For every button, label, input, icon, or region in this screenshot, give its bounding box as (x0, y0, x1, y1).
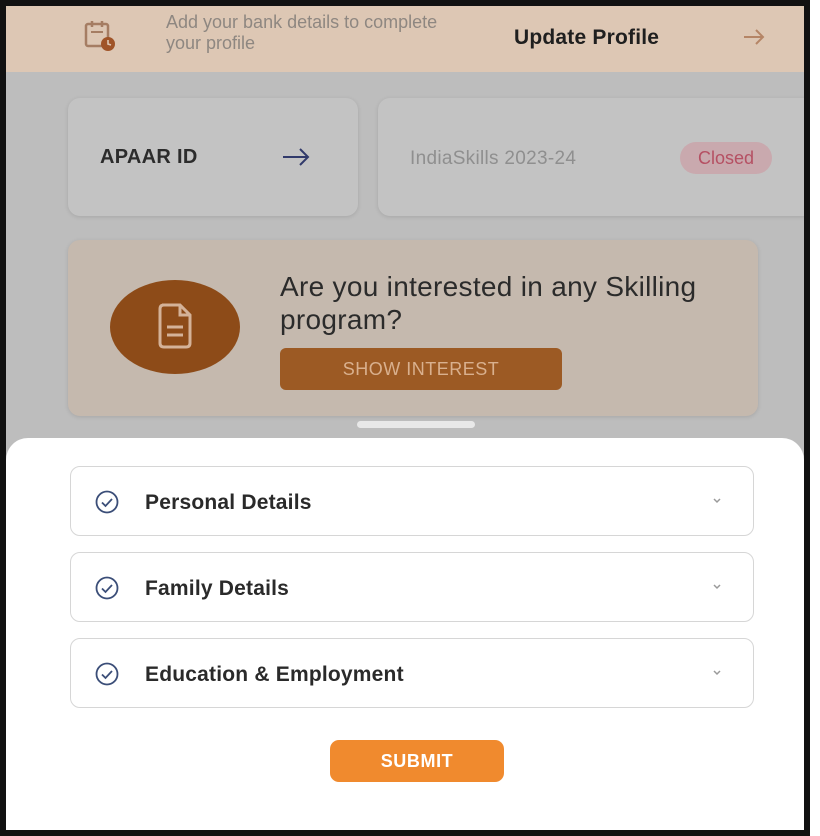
apaar-id-card[interactable]: APAAR ID (68, 98, 358, 216)
profile-sections-sheet: Personal Details Family Details Educatio… (6, 438, 804, 830)
skilling-question: Are you interested in any Skilling progr… (280, 271, 697, 335)
section-label: Education & Employment (145, 663, 404, 686)
skilling-icon-circle (110, 280, 240, 374)
check-circle-icon (95, 490, 119, 514)
chevron-down-icon[interactable] (711, 582, 723, 592)
app-screen: Add your bank details to complete your p… (0, 0, 810, 836)
arrow-right-icon (283, 148, 310, 166)
section-education-employment[interactable]: Education & Employment (70, 638, 754, 708)
update-profile-link[interactable]: Update Profile (514, 26, 659, 50)
calendar-clock-icon (84, 21, 115, 51)
show-interest-button[interactable]: SHOW INTEREST (280, 348, 562, 390)
chevron-down-icon[interactable] (711, 668, 723, 678)
chevron-down-icon[interactable] (711, 496, 723, 506)
section-family-details[interactable]: Family Details (70, 552, 754, 622)
skilling-program-card: Are you interested in any Skilling progr… (68, 240, 758, 416)
arrow-right-icon[interactable] (741, 24, 767, 50)
section-label: Family Details (145, 577, 290, 600)
sheet-drag-handle[interactable] (357, 421, 475, 428)
section-personal-details[interactable]: Personal Details (70, 466, 754, 536)
indiaskills-label: IndiaSkills 2023-24 (410, 148, 577, 169)
check-circle-icon (95, 662, 119, 686)
status-badge: Closed (680, 142, 773, 174)
indiaskills-card[interactable]: IndiaSkills 2023-24 Closed (378, 98, 804, 216)
submit-button[interactable]: SUBMIT (330, 740, 504, 782)
bank-details-banner[interactable]: Add your bank details to complete your p… (6, 6, 804, 72)
apaar-id-label: APAAR ID (100, 146, 198, 168)
document-icon (158, 303, 192, 349)
check-circle-icon (95, 576, 119, 600)
section-label: Personal Details (145, 491, 312, 514)
banner-message: Add your bank details to complete your p… (166, 12, 438, 53)
